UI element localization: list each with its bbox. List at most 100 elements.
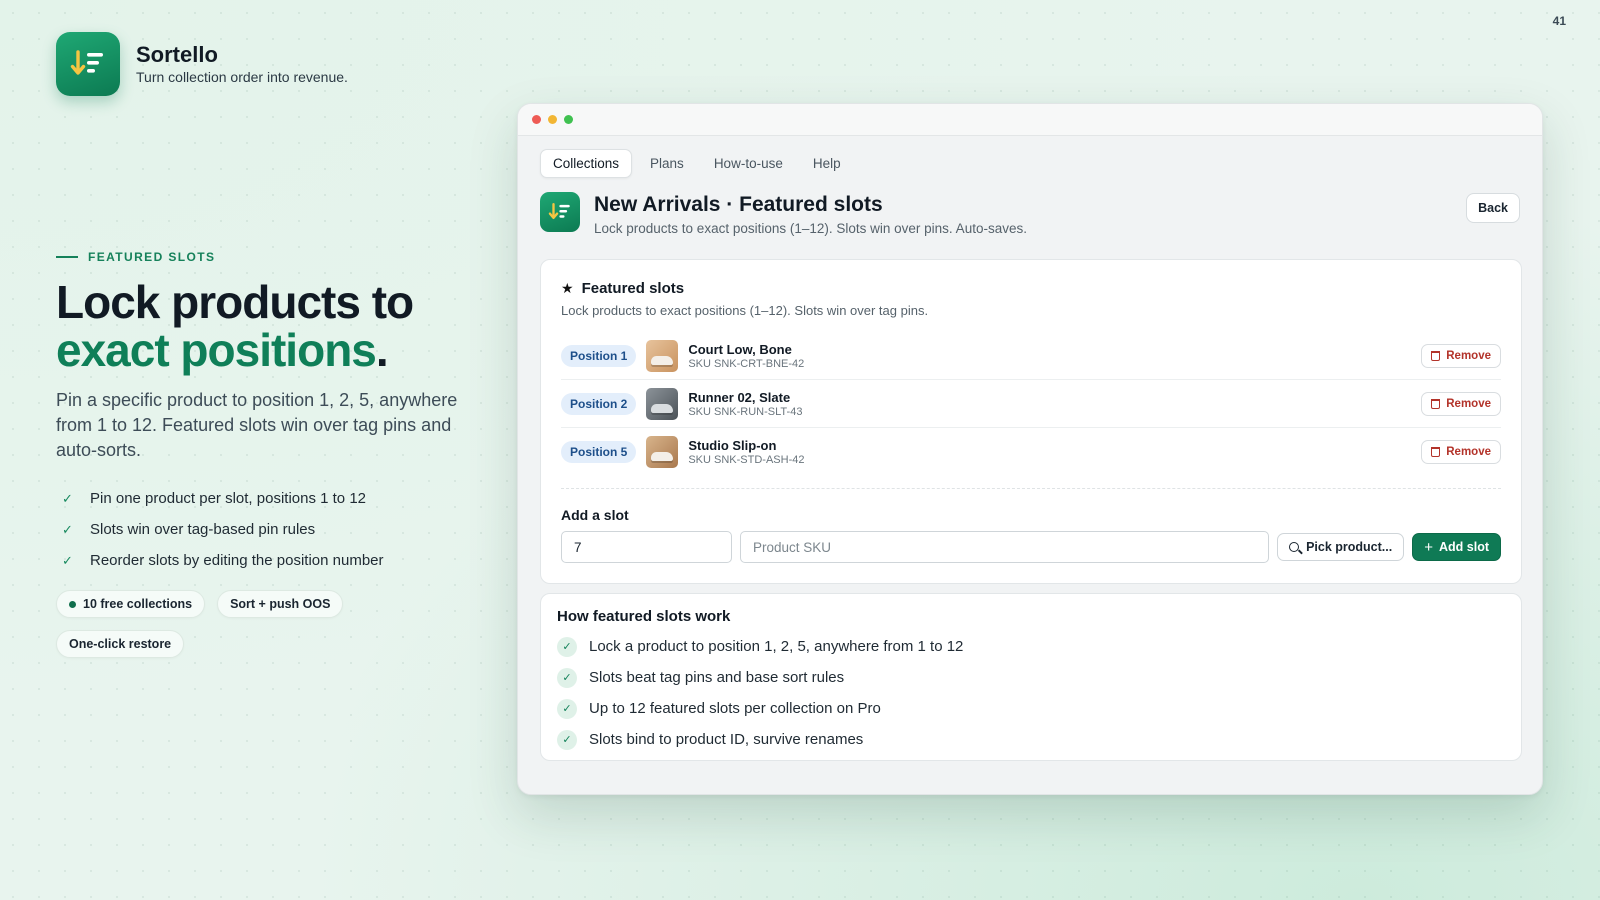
remove-label: Remove (1446, 397, 1491, 410)
check-circle-icon: ✓ (557, 667, 577, 688)
product-name: Court Low, Bone (688, 341, 792, 357)
product-thumbnail (646, 387, 679, 420)
slot-row: Position 2 Runner 02, Slate SKU SNK-RUN-… (561, 380, 1501, 428)
product-sku: SKU SNK-CRT-BNE-42 (688, 357, 805, 370)
pill-sort-push: Sort + push OOS (217, 590, 344, 618)
product-sku: SKU SNK-STD-ASH-42 (688, 454, 805, 466)
add-slot-button[interactable]: + Add slot (1412, 533, 1501, 561)
page-number: 41 (1552, 14, 1566, 28)
lede: Pin a specific product to position 1, 2,… (56, 390, 458, 460)
headline-line1: Lock products to (56, 276, 414, 328)
product-sku: SKU SNK-RUN-SLT-43 (688, 405, 803, 418)
tab-collections[interactable]: Collections (540, 149, 633, 178)
bullet-text: Reorder slots by editing the position nu… (90, 552, 384, 569)
headline-period: . (375, 324, 389, 376)
check-circle-icon: ✓ (557, 636, 577, 657)
remove-label: Remove (1446, 446, 1491, 458)
sort-down-list-icon (540, 192, 580, 232)
page-title: New Arrivals · Featured slots (594, 193, 883, 216)
featured-slots-subtitle: Lock products to exact positions (1–12).… (561, 303, 929, 318)
headline: Lock products to exact positions. (56, 278, 476, 374)
page-header: New Arrivals · Featured slots Lock produ… (540, 192, 1027, 236)
slot-row: Position 5 Studio Slip-on SKU SNK-STD-AS… (561, 428, 1501, 476)
bullet-item: ✓ Slots win over tag-based pin rules (56, 514, 476, 545)
position-input[interactable] (561, 531, 732, 563)
window-titlebar (518, 104, 1542, 136)
headline-accent: exact positions (56, 324, 377, 376)
add-slot-label: Add a slot (561, 507, 629, 523)
product-name: Runner 02, Slate (688, 389, 791, 405)
sort-down-list-icon (56, 32, 120, 96)
featured-slots-title-text: Featured slots (581, 280, 685, 297)
minimize-window-button[interactable] (548, 115, 557, 124)
remove-slot-button[interactable]: Remove (1421, 391, 1501, 416)
remove-slot-button[interactable]: Remove (1421, 440, 1501, 464)
divider (561, 488, 1501, 489)
tab-help[interactable]: Help (801, 150, 853, 177)
bullet-item: ✓ Pin one product per slot, positions 1 t… (56, 483, 476, 514)
add-slot-row: Pick product... + Add slot (561, 531, 1501, 563)
featured-slots-card: ★ Featured slots Lock products to exact … (540, 259, 1522, 584)
pill-text: One-click restore (69, 637, 172, 651)
trash-icon (1431, 447, 1441, 457)
how-item: ✓ Slots bind to product ID, survive renam… (557, 724, 1505, 755)
plus-icon: + (1424, 538, 1433, 556)
slot-row: Position 1 Court Low, Bone SKU SNK-CRT-B… (561, 332, 1501, 380)
how-item: ✓ Up to 12 featured slots per collection … (557, 693, 1505, 724)
pill-text: Sort + push OOS (230, 597, 331, 611)
hero: FEATURED SLOTS Lock products to exact po… (56, 250, 476, 658)
how-item-text: Slots beat tag pins and base sort rules (589, 669, 845, 686)
feature-pills: 10 free collections Sort + push OOS One-… (56, 590, 376, 658)
product-thumbnail (646, 436, 679, 468)
bullet-text: Slots win over tag-based pin rules (90, 521, 316, 538)
featured-slots-title: ★ Featured slots (561, 280, 1501, 297)
brand-name: Sortello (136, 41, 218, 67)
how-item: ✓ Lock a product to position 1, 2, 5, any… (557, 631, 1505, 662)
slot-list: Position 1 Court Low, Bone SKU SNK-CRT-B… (561, 332, 1501, 476)
eyebrow-line (56, 256, 78, 258)
pill-free-collections: 10 free collections (56, 590, 206, 618)
remove-label: Remove (1446, 349, 1491, 362)
product-thumbnail (646, 339, 679, 372)
tab-how-to-use[interactable]: How-to-use (702, 150, 795, 177)
brand: Sortello Turn collection order into reve… (56, 32, 348, 96)
trash-icon (1431, 398, 1441, 409)
check-circle-icon: ✓ (557, 698, 577, 719)
search-icon (1289, 542, 1300, 552)
nav-tabs: Collections Plans How-to-use Help (540, 149, 853, 178)
position-badge: Position 1 (561, 344, 637, 367)
pill-text: 10 free collections (83, 597, 193, 611)
product-name: Studio Slip-on (688, 438, 777, 453)
pick-product-label: Pick product... (1306, 540, 1393, 554)
tab-plans[interactable]: Plans (638, 150, 696, 177)
how-it-works-title: How featured slots work (557, 608, 731, 625)
bullet-text: Pin one product per slot, positions 1 to… (90, 490, 367, 507)
maximize-window-button[interactable] (564, 115, 573, 124)
close-window-button[interactable] (532, 115, 541, 124)
check-icon: ✓ (62, 490, 73, 506)
pick-product-button[interactable]: Pick product... (1277, 533, 1405, 561)
position-badge: Position 5 (561, 441, 637, 463)
page-subtitle: Lock products to exact positions (1–12).… (594, 221, 1027, 236)
brand-tagline: Turn collection order into revenue. (136, 69, 348, 86)
position-badge: Position 2 (561, 392, 637, 415)
check-circle-icon: ✓ (557, 729, 577, 750)
back-button[interactable]: Back (1466, 193, 1520, 223)
remove-slot-button[interactable]: Remove (1421, 343, 1501, 368)
add-slot-button-label: Add slot (1439, 540, 1489, 554)
how-item-text: Slots bind to product ID, survive rename… (589, 731, 864, 748)
how-item-text: Lock a product to position 1, 2, 5, anyw… (589, 638, 964, 655)
sku-input[interactable] (740, 531, 1270, 563)
star-icon: ★ (561, 280, 574, 296)
how-it-works-card: How featured slots work ✓ Lock a product … (540, 593, 1522, 761)
check-icon: ✓ (62, 521, 73, 537)
how-item-text: Up to 12 featured slots per collection o… (589, 700, 881, 717)
pill-restore: One-click restore (56, 630, 185, 658)
dot-icon (69, 600, 76, 608)
how-it-works-list: ✓ Lock a product to position 1, 2, 5, any… (557, 631, 1505, 755)
check-icon: ✓ (62, 552, 73, 568)
app-window: Collections Plans How-to-use Help New Ar… (517, 103, 1543, 795)
trash-icon (1431, 350, 1441, 361)
eyebrow: FEATURED SLOTS (56, 250, 476, 264)
bullet-item: ✓ Reorder slots by editing the position n… (56, 545, 476, 576)
